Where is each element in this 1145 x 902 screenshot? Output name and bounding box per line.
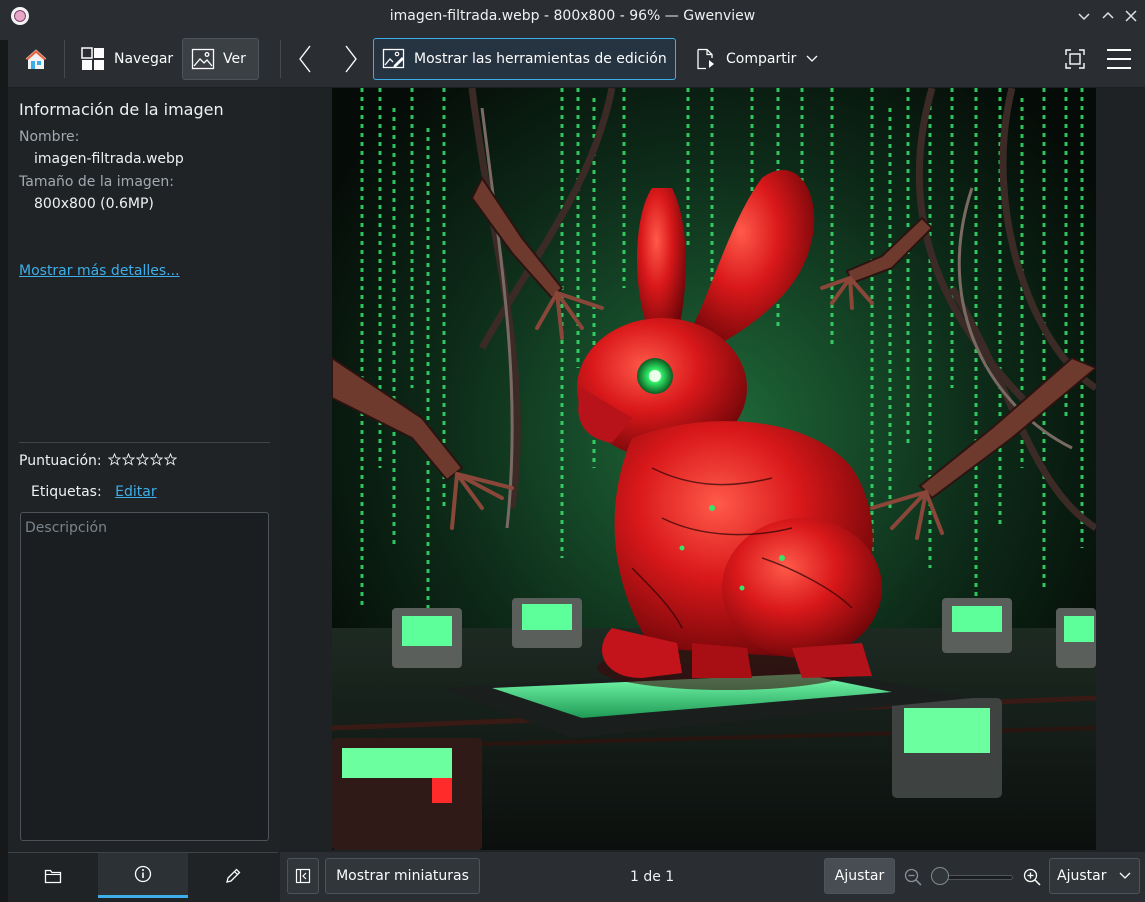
displayed-image[interactable]: [332, 88, 1096, 850]
rating-stars[interactable]: [107, 452, 178, 466]
bottom-status-bar: Mostrar miniaturas 1 de 1 Ajustar Ajusta…: [280, 852, 1145, 902]
fullscreen-icon: [1065, 49, 1085, 69]
name-label: Nombre:: [19, 129, 80, 145]
fit-button[interactable]: Ajustar: [824, 858, 895, 894]
tags-row: Etiquetas: Editar: [31, 484, 157, 500]
show-more-details-link[interactable]: Mostrar más detalles...: [19, 263, 180, 279]
star-icon[interactable]: [135, 452, 149, 466]
edit-tools-label: Mostrar las herramientas de edición: [414, 51, 667, 67]
chevron-down-icon: [1119, 872, 1131, 879]
chevron-left-icon: [299, 45, 311, 73]
description-input[interactable]: [21, 513, 268, 840]
tab-information[interactable]: [98, 852, 188, 898]
toggle-sidebar-button[interactable]: [287, 858, 319, 894]
hamburger-menu-icon: [1107, 49, 1131, 69]
image-size-value: 800x800 (0.6MP): [34, 196, 154, 212]
zoom-in-icon[interactable]: [1023, 868, 1041, 886]
previous-button[interactable]: [290, 38, 322, 80]
image-edit-icon: [382, 48, 405, 69]
star-icon[interactable]: [121, 452, 135, 466]
page-counter: 1 de 1: [630, 869, 675, 885]
zoom-select[interactable]: Ajustar: [1049, 858, 1140, 894]
window-edge-strip: [0, 40, 8, 902]
show-thumbnails-button[interactable]: Mostrar miniaturas: [325, 858, 480, 894]
maximize-button[interactable]: [1098, 6, 1118, 26]
info-sidebar: Información de la imagen Nombre: imagen-…: [8, 88, 280, 852]
fullscreen-button[interactable]: [1054, 38, 1096, 80]
zoom-out-icon[interactable]: [904, 868, 922, 886]
pencil-icon: [226, 868, 241, 883]
window-title: imagen-filtrada.webp - 800x800 - 96% — G…: [389, 8, 756, 24]
tab-folders[interactable]: [8, 852, 98, 898]
main-toolbar: Navegar Ver Mostrar las herramientas de …: [0, 32, 1145, 88]
star-icon[interactable]: [149, 452, 163, 466]
view-button[interactable]: Ver: [182, 38, 259, 80]
tab-operations[interactable]: [188, 852, 278, 898]
share-label: Compartir: [726, 51, 797, 67]
title-bar: imagen-filtrada.webp - 800x800 - 96% — G…: [0, 0, 1145, 32]
edit-tags-link[interactable]: Editar: [115, 484, 156, 500]
red-cyber-bunny-image: [332, 88, 1096, 850]
tags-label: Etiquetas:: [31, 484, 102, 500]
grid-icon: [81, 47, 104, 70]
zoom-slider-handle[interactable]: [931, 867, 949, 885]
image-size-label: Tamaño de la imagen:: [19, 174, 174, 190]
browse-label: Navegar: [114, 51, 174, 67]
image-viewer[interactable]: [280, 88, 1145, 852]
info-icon: [134, 865, 152, 883]
star-icon[interactable]: [107, 452, 121, 466]
rating-label: Puntuación:: [19, 453, 102, 469]
name-value: imagen-filtrada.webp: [34, 151, 184, 167]
chevron-right-icon: [345, 45, 357, 73]
view-label: Ver: [223, 51, 246, 67]
image-info-title: Información de la imagen: [19, 100, 224, 119]
next-button[interactable]: [334, 38, 366, 80]
home-button[interactable]: [14, 38, 58, 80]
home-icon: [25, 49, 47, 69]
show-edit-tools-button[interactable]: Mostrar las herramientas de edición: [373, 38, 676, 80]
minimize-button[interactable]: [1074, 6, 1094, 26]
zoom-select-value: Ajustar: [1057, 868, 1107, 884]
image-icon: [191, 48, 215, 70]
browse-button[interactable]: Navegar: [72, 38, 176, 80]
share-button[interactable]: Compartir: [686, 38, 826, 80]
sidebar-tabs: [8, 852, 280, 902]
sidebar-divider: [19, 442, 270, 443]
sidebar-toggle-icon: [295, 868, 311, 884]
rating-row: Puntuación:: [19, 452, 178, 469]
share-icon: [697, 48, 714, 70]
folder-icon: [44, 869, 62, 883]
chevron-down-icon: [806, 55, 818, 62]
application-menu-button[interactable]: [1098, 38, 1140, 80]
description-box: [20, 512, 269, 841]
close-button[interactable]: [1121, 6, 1141, 26]
star-icon[interactable]: [163, 452, 177, 466]
